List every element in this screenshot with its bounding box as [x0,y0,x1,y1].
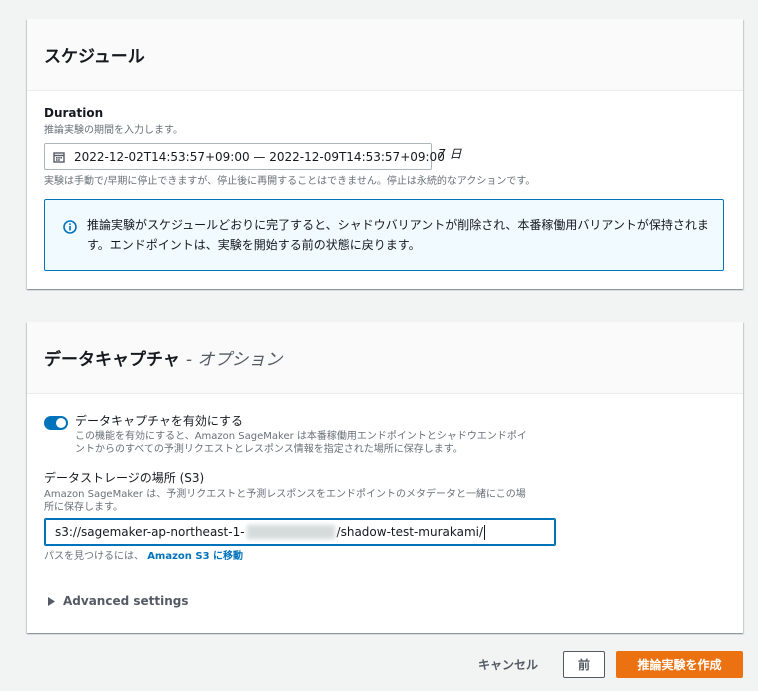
toggle-desc-line2: ントからのすべての予測リクエストとレスポンス情報を指定された場所に保存します。 [75,444,463,455]
advanced-settings-label: Advanced settings [63,594,189,608]
previous-button[interactable]: 前 [563,651,605,678]
toggle-desc-line1: この機能を有効にすると、Amazon SageMaker は本番稼働用エンドポイ… [75,431,527,442]
info-icon [63,219,77,234]
redacted-account-id [246,525,335,539]
schedule-panel: スケジュール Duration 推論実験の期間を入力します。 2022-12-0… [27,19,743,289]
stop-note: 実験は手動で/早期に停止できますが、停止後に再開することはできません。停止は永続… [44,176,536,187]
calendar-icon [53,151,65,163]
data-capture-optional: - オプション [185,350,283,370]
data-capture-toggle[interactable] [44,416,68,430]
create-experiment-button[interactable]: 推論実験を作成 [616,651,743,678]
text-cursor [484,524,486,540]
advanced-settings-expander[interactable]: Advanced settings [48,594,189,608]
cancel-button[interactable]: キャンセル [466,651,550,678]
duration-description: 推論実験の期間を入力します。 [44,125,183,136]
schedule-title: スケジュール [44,47,145,67]
find-path-hint: パスを見つけるには、 Amazon S3 に移動 [44,550,243,563]
data-capture-panel-header: データキャプチャ - オプション [27,322,743,394]
find-path-text: パスを見つけるには、 [44,551,144,562]
schedule-panel-header: スケジュール [27,19,743,91]
toggle-knob [56,418,66,428]
date-range-input[interactable]: 2022-12-02T14:53:57+09:00 — 2022-12-09T1… [44,143,445,170]
data-capture-panel: データキャプチャ - オプション データキャプチャを有効にする この機能を有効に… [27,322,743,633]
s3-prefix: s3://sagemaker-ap-northeast-1- [55,525,245,539]
s3-suffix: /shadow-test-murakami/ [336,525,484,539]
caret-right-icon [48,596,55,606]
data-capture-toggle-label: データキャプチャを有効にする [75,414,244,428]
date-range-value: 2022-12-02T14:53:57+09:00 — 2022-12-09T1… [74,149,445,164]
duration-label: Duration [44,106,104,120]
info-alert: 推論実験がスケジュールどおりに完了すると、シャドウバリアントが削除され、本番稼働… [44,199,724,271]
storage-desc-line1: Amazon SageMaker は、予測リクエストと予測レスポンスをエンドポイ… [44,489,526,500]
data-capture-title: データキャプチャ [44,350,180,370]
info-text: 推論実験がスケジュールどおりに完了すると、シャドウバリアントが削除され、本番稼働… [87,218,709,252]
duration-days: 7 日 [438,147,462,161]
storage-label: データストレージの場所 (S3) [44,471,205,485]
s3-location-input[interactable]: s3://sagemaker-ap-northeast-1- /shadow-t… [44,518,556,546]
storage-desc-line2: 所に保存します。 [44,502,123,513]
s3-console-link[interactable]: Amazon S3 に移動 [147,551,243,562]
